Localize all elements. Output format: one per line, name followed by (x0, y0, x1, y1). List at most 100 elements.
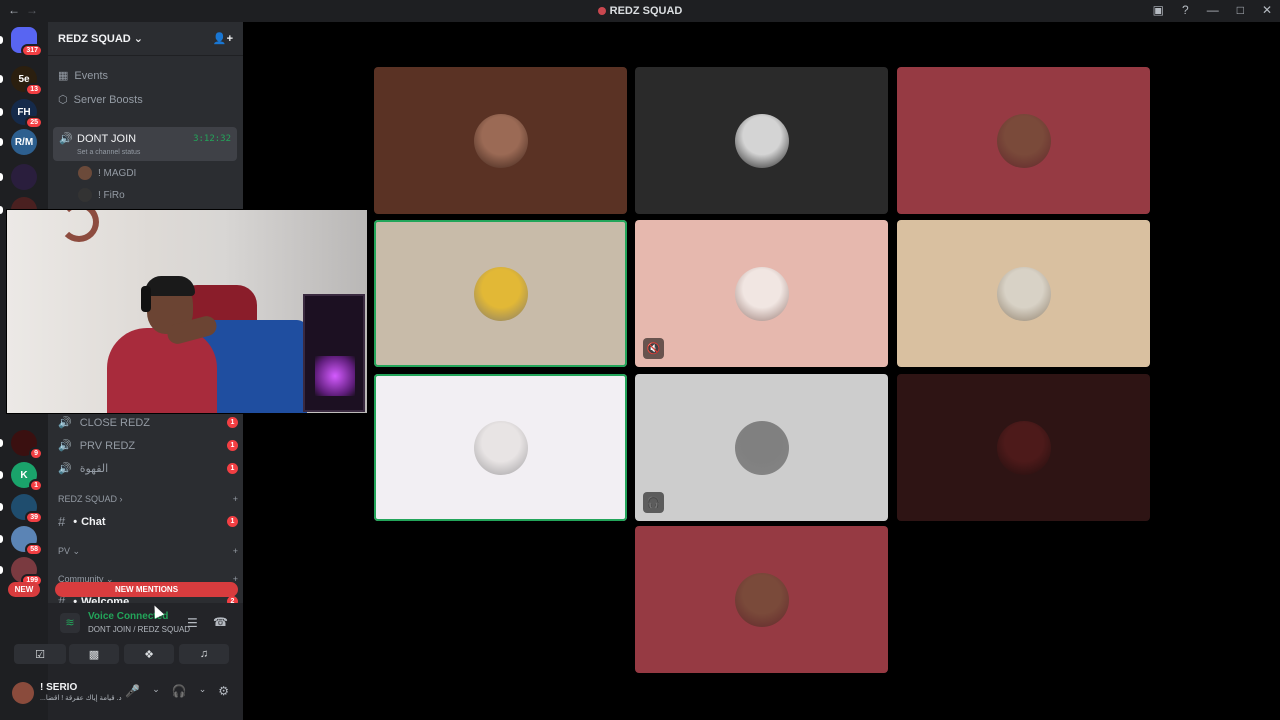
server-header[interactable]: REDZ SQUAD ⌄ 👤+ (48, 22, 243, 56)
participant-tile[interactable]: 🎧 (635, 374, 888, 521)
channel-item[interactable]: 🔊 CLOSE REDZ 1 (58, 416, 238, 429)
soundboard-icon: ♫ (199, 648, 209, 660)
server-name: REDZ SQUAD (58, 33, 131, 45)
participant-tile[interactable] (374, 374, 627, 521)
noise-suppression-icon[interactable]: ☰ (187, 616, 198, 630)
mention-badge: 1 (227, 463, 238, 474)
unread-pill (0, 566, 3, 574)
hash-icon: # (58, 514, 66, 529)
help-icon[interactable]: ? (1182, 3, 1189, 17)
new-badge[interactable]: NEW (8, 582, 40, 597)
wall-logo (59, 210, 99, 242)
unread-pill (0, 36, 3, 44)
avatar (78, 166, 92, 180)
minimize-button[interactable]: — (1207, 3, 1219, 17)
speaker-icon: 🔊 (59, 133, 73, 145)
participant-tile[interactable]: 🔇 (635, 220, 888, 367)
unread-pill (0, 439, 3, 447)
user-controls: 🎤 ⌄ 🎧 ⌄ ⚙ (125, 684, 229, 698)
new-mentions-bar[interactable]: NEW MENTIONS (55, 582, 238, 597)
window-controls: ▣ ? — □ ✕ (1153, 3, 1272, 17)
mention-badge: 58 (25, 543, 43, 556)
unread-pill (0, 108, 3, 116)
participant-tile[interactable] (635, 526, 888, 673)
voice-location[interactable]: DONT JOIN / REDZ SQUAD (88, 625, 190, 634)
server-icon[interactable] (11, 164, 37, 190)
add-member-icon[interactable]: 👤+ (213, 32, 233, 45)
unread-pill (0, 471, 3, 479)
server-icon[interactable]: 9 (11, 430, 43, 460)
active-voice-channel[interactable]: 🔊 DONT JOIN 3:12:32 Set a channel status (53, 127, 237, 161)
avatar (734, 266, 789, 321)
gear-icon[interactable]: ⚙ (218, 684, 229, 698)
close-button[interactable]: ✕ (1262, 3, 1272, 17)
mention-badge: 9 (29, 447, 43, 460)
chevron-down-icon[interactable]: ⌄ (199, 684, 207, 698)
channel-status[interactable]: Set a channel status (77, 149, 140, 156)
participant-tile[interactable] (897, 67, 1150, 214)
participant-tile[interactable] (897, 374, 1150, 521)
server-boosts-item[interactable]: ⬡ Server Boosts (58, 93, 143, 107)
muted-icon: 🔇 (643, 338, 664, 359)
server-icon[interactable]: R/M (11, 129, 37, 155)
channel-item[interactable]: 🔊 القهوة 1 (58, 462, 238, 475)
server-icon[interactable]: FH 25 (11, 99, 43, 129)
mention-badge: 317 (21, 44, 43, 57)
events-item[interactable]: ▦ Events (58, 69, 108, 83)
inbox-icon[interactable]: ▣ (1153, 3, 1164, 17)
mention-badge: 25 (25, 116, 43, 129)
participant-tile[interactable] (635, 67, 888, 214)
participant-tile[interactable] (374, 220, 627, 367)
participant-tile[interactable] (897, 220, 1150, 367)
mention-badge: 1 (227, 516, 238, 527)
user-status: ...د. قيامة إياك عقرقة ! اقضا (40, 695, 122, 702)
deafened-icon: 🎧 (643, 492, 664, 513)
add-channel-icon[interactable]: + (233, 546, 238, 557)
maximize-button[interactable]: □ (1237, 3, 1244, 17)
camera-off-button[interactable]: ☑ (14, 644, 66, 664)
unread-pill (0, 75, 3, 83)
chevron-down-icon: ⌄ (133, 33, 144, 45)
server-icon[interactable]: K1 (11, 462, 43, 492)
mention-badge: 39 (25, 511, 43, 524)
channel-item[interactable]: 🔊 PRV REDZ 1 (58, 439, 238, 452)
headphones-icon[interactable]: 🎧 (172, 684, 187, 698)
screen-share-button[interactable]: ▩ (69, 644, 119, 664)
mention-badge: 1 (227, 417, 238, 428)
voice-user[interactable]: ! FiRo (78, 188, 125, 202)
video-off-icon: ☑ (35, 648, 45, 661)
signal-icon[interactable]: ≋ (60, 613, 80, 633)
add-channel-icon[interactable]: + (233, 494, 238, 504)
speaker-icon: 🔊 (58, 417, 72, 429)
avatar (734, 420, 789, 475)
screen-share-icon: ▩ (88, 648, 100, 661)
voice-user[interactable]: ! MAGDI (78, 166, 136, 180)
voice-timer: 3:12:32 (193, 134, 231, 144)
speaker-icon: 🔊 (58, 440, 72, 452)
avatar (473, 266, 528, 321)
user-panel: ! SERIO ...د. قيامة إياك عقرقة ! اقضا 🎤 … (12, 673, 243, 720)
soundboard-button[interactable]: ♫ (179, 644, 229, 664)
server-icon[interactable]: 317 (11, 27, 43, 57)
avatar (996, 266, 1051, 321)
participant-tile[interactable] (374, 67, 627, 214)
server-dot-icon (597, 7, 606, 15)
unread-pill (0, 138, 3, 146)
streamer (107, 276, 219, 413)
chevron-down-icon[interactable]: ⌄ (152, 684, 160, 698)
microphone-icon[interactable]: 🎤 (125, 684, 140, 698)
category-redz[interactable]: REDZ SQUAD › + (58, 494, 238, 504)
mention-badge: 1 (29, 479, 43, 492)
server-icon[interactable]: 39 (11, 494, 43, 524)
channel-name: DONT JOIN (77, 133, 137, 145)
server-icon[interactable]: 5e 13 (11, 66, 43, 96)
category-pv[interactable]: PV ⌄ + (58, 546, 238, 557)
username[interactable]: ! SERIO (40, 682, 77, 693)
avatar[interactable] (12, 682, 34, 704)
server-icon[interactable]: 199 (11, 557, 43, 587)
pc-case (303, 294, 365, 412)
channel-chat[interactable]: # • Chat 1 (58, 514, 238, 529)
activities-button[interactable]: ❖ (124, 644, 174, 664)
disconnect-icon[interactable]: ☎ (213, 615, 228, 629)
server-icon[interactable]: 58 (11, 526, 43, 556)
